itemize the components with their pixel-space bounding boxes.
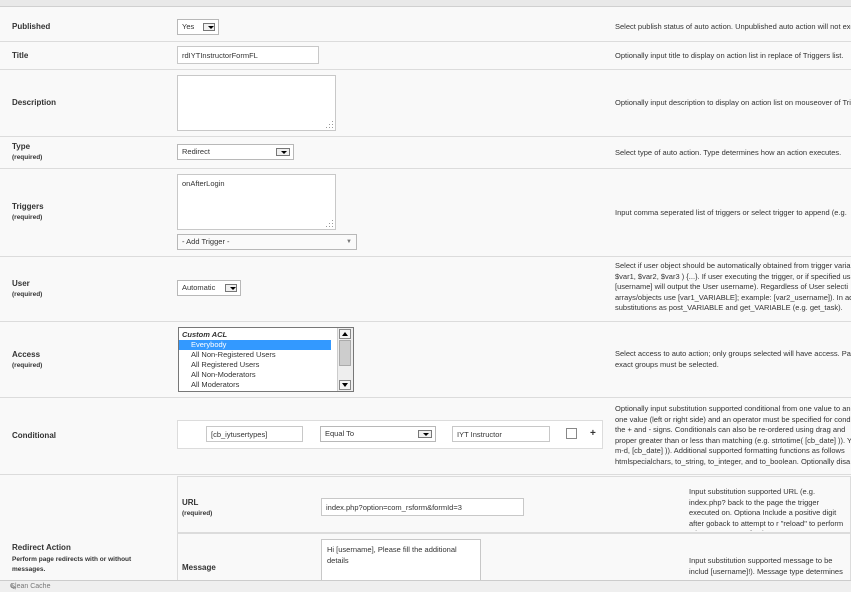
redirect-message-row: Message Hi [username], Please fill the a… (177, 533, 851, 583)
conditional-desc: Optionally input substitution supported … (615, 404, 851, 466)
chevron-down-icon (203, 23, 215, 31)
user-label: User (required) (12, 279, 42, 298)
triggers-desc: Input comma seperated list of triggers o… (615, 208, 847, 217)
redirect-sublabel: Perform page redirects with or without m… (12, 556, 132, 573)
row-triggers: Triggers (required) onAfterLogin - Add Tr… (0, 169, 851, 257)
url-label-text: URL (182, 498, 199, 507)
access-label-text: Access (12, 350, 41, 359)
conditional-checkbox[interactable] (566, 428, 577, 439)
row-user: User (required) Automatic Select if user … (0, 257, 851, 322)
type-desc: Select type of auto action. Type determi… (615, 148, 842, 157)
user-select[interactable]: Automatic (177, 280, 241, 296)
triggers-label-text: Triggers (12, 202, 44, 211)
url-desc: Input substitution supported URL (e.g. i… (689, 487, 844, 531)
row-description: Description Optionally input description… (0, 70, 851, 137)
add-trigger-select[interactable]: - Add Trigger - ▼ (177, 234, 357, 250)
published-label: Published (12, 22, 51, 31)
redirect-label-text: Redirect Action (12, 543, 71, 552)
triggers-textarea[interactable]: onAfterLogin (177, 174, 336, 230)
url-input[interactable]: index.php?option=com_rsform&formId=3 (321, 498, 524, 516)
title-input[interactable]: rdIYTInstructorFormFL (177, 46, 319, 64)
row-access: Access (required) Custom ACL Everybody Al… (0, 322, 851, 398)
chevron-down-icon (418, 430, 432, 438)
access-option[interactable]: Everybody (179, 340, 331, 350)
access-option[interactable]: All Registered Users (179, 360, 353, 370)
user-desc: Select if user object should be automati… (615, 261, 851, 312)
type-label: Type (required) (12, 142, 42, 161)
title-input-value: rdIYTInstructorFormFL (182, 51, 258, 60)
message-value: Hi [username], Please fill the additiona… (327, 545, 457, 565)
published-select[interactable]: Yes (177, 19, 219, 35)
chevron-down-icon: ▼ (346, 239, 352, 245)
triggers-value: onAfterLogin (182, 179, 225, 188)
triggers-required: (required) (12, 214, 43, 221)
redirect-label: Redirect Action Perform page redirects w… (12, 543, 172, 575)
access-option[interactable]: All Non-Registered Users (179, 350, 353, 360)
scroll-thumb[interactable] (339, 340, 351, 366)
message-textarea[interactable]: Hi [username], Please fill the additiona… (321, 539, 481, 583)
published-desc: Select publish status of auto action. Un… (615, 22, 851, 31)
user-label-text: User (12, 279, 30, 288)
conditional-box: [cb_iytusertypes] Equal To IYT Instructo… (177, 420, 603, 449)
title-desc: Optionally input title to display on act… (615, 51, 844, 60)
access-required: (required) (12, 362, 43, 369)
row-title: Title rdIYTInstructorFormFL Optionally i… (0, 42, 851, 70)
scroll-up-icon[interactable] (339, 329, 351, 339)
type-select[interactable]: Redirect (177, 144, 294, 160)
status-bar: ✎ Clean Cache (0, 580, 851, 592)
url-value: index.php?option=com_rsform&formId=3 (326, 503, 462, 512)
description-textarea[interactable] (177, 75, 336, 131)
access-desc: Select access to auto action; only group… (615, 349, 851, 369)
add-trigger-value: - Add Trigger - (182, 237, 230, 246)
chevron-down-icon (276, 148, 290, 156)
published-value: Yes (182, 22, 195, 31)
resize-handle-icon[interactable] (325, 120, 333, 128)
message-label: Message (182, 563, 216, 572)
access-listbox[interactable]: Custom ACL Everybody All Non-Registered … (178, 327, 354, 392)
type-label-text: Type (12, 142, 31, 151)
scroll-down-icon[interactable] (339, 380, 351, 390)
conditional-value-input[interactable]: IYT Instructor (452, 426, 550, 442)
redirect-url-row: URL (required) index.php?option=com_rsfor… (177, 476, 851, 533)
type-value: Redirect (182, 147, 210, 156)
conditional-value-text: IYT Instructor (457, 430, 502, 439)
type-required: (required) (12, 154, 43, 161)
user-value: Automatic (182, 283, 216, 292)
description-desc: Optionally input description to display … (615, 98, 851, 107)
top-bar (0, 0, 851, 7)
row-published: Published Yes Select publish status of a… (0, 7, 851, 42)
access-label: Access (required) (12, 350, 42, 369)
access-group-label: Custom ACL (182, 330, 228, 339)
url-label: URL (required) (182, 498, 212, 517)
triggers-label: Triggers (required) (12, 202, 44, 221)
clean-cache-link[interactable]: Clean Cache (10, 583, 50, 590)
access-option[interactable]: All Moderators (179, 380, 353, 390)
message-desc: Input substitution supported message to … (689, 556, 843, 578)
conditional-field-value: [cb_iytusertypes] (211, 430, 268, 439)
listbox-scrollbar[interactable] (337, 328, 353, 391)
access-option[interactable]: All Non-Moderators (179, 370, 353, 380)
add-conditional-icon[interactable]: + (590, 428, 596, 439)
chevron-down-icon (225, 284, 237, 292)
resize-handle-icon[interactable] (325, 219, 333, 227)
title-label: Title (12, 51, 29, 60)
user-required: (required) (12, 291, 43, 298)
description-label: Description (12, 98, 57, 107)
conditional-operator-value: Equal To (325, 429, 355, 438)
conditional-operator-select[interactable]: Equal To (320, 426, 436, 442)
conditional-field-input[interactable]: [cb_iytusertypes] (206, 426, 303, 442)
url-required: (required) (182, 510, 213, 517)
row-type: Type (required) Redirect Select type of a… (0, 137, 851, 169)
conditional-label: Conditional (12, 431, 56, 440)
